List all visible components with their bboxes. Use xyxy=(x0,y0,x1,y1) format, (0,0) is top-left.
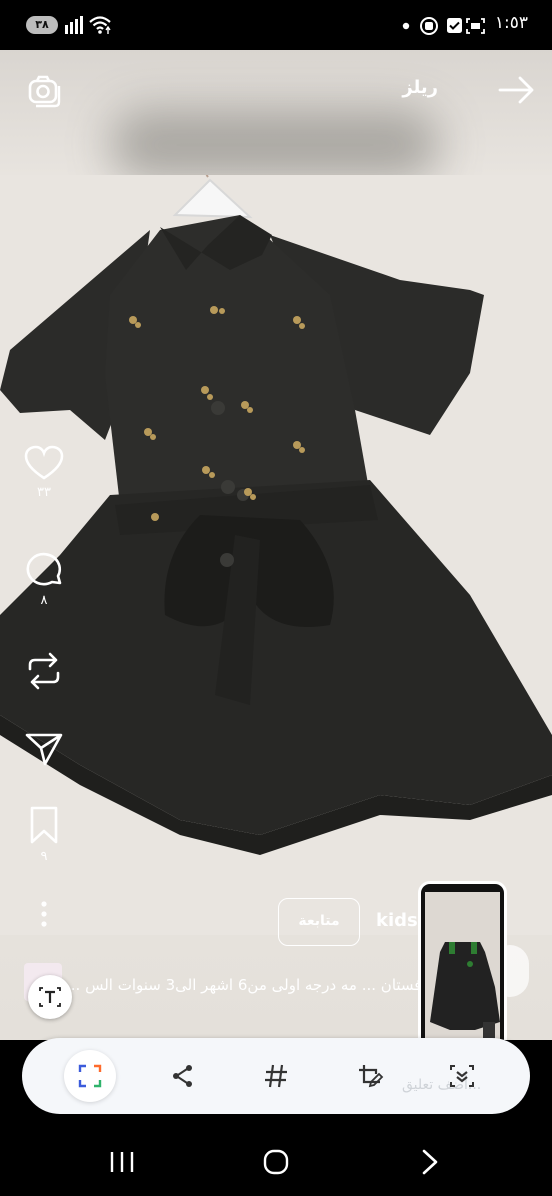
battery-indicator: ٣٨ xyxy=(26,16,58,34)
text-scan-button[interactable] xyxy=(28,975,72,1019)
repost-button[interactable] xyxy=(20,651,68,691)
system-navigation-bar xyxy=(0,1120,552,1196)
follow-button[interactable]: متابعة xyxy=(278,898,360,946)
more-options-button[interactable] xyxy=(20,900,68,928)
screenshot-preview-thumbnail[interactable] xyxy=(418,881,507,1040)
heart-icon xyxy=(24,445,64,480)
repost-icon xyxy=(28,652,60,690)
crop-edit-icon xyxy=(359,1065,384,1088)
blurred-background-top xyxy=(0,50,552,180)
text-scan-icon xyxy=(39,987,61,1007)
username[interactable]: kids xyxy=(376,910,418,931)
arrow-right-icon[interactable] xyxy=(498,74,536,106)
camera-icon[interactable] xyxy=(26,72,62,108)
scan-frame-icon xyxy=(78,1064,102,1088)
comment-button[interactable]: ٨ xyxy=(20,551,68,608)
like-button[interactable]: ٣٣ xyxy=(20,445,68,500)
reel-photo-dress xyxy=(0,175,552,935)
status-time: ١:٥٣ xyxy=(494,13,528,33)
wifi-icon xyxy=(89,16,111,34)
share-button[interactable] xyxy=(20,730,68,768)
page-title: ريلز xyxy=(402,77,438,98)
share-button-toolbar[interactable] xyxy=(157,1050,209,1102)
share-icon xyxy=(173,1065,192,1087)
home-icon[interactable] xyxy=(258,1148,294,1176)
comment-icon xyxy=(26,552,62,586)
save-count: ٩ xyxy=(40,849,48,864)
expand-scan-icon xyxy=(450,1065,474,1087)
hashtag-icon xyxy=(265,1064,287,1088)
scan-button[interactable] xyxy=(64,1050,116,1102)
like-count: ٣٣ xyxy=(37,485,51,500)
status-notification-icons xyxy=(402,17,485,35)
expand-scan-button[interactable] xyxy=(436,1050,488,1102)
preview-dress-image xyxy=(425,892,500,1040)
signal-icon xyxy=(65,16,83,34)
more-vertical-icon xyxy=(41,901,47,927)
send-icon xyxy=(25,733,63,766)
hashtag-button[interactable] xyxy=(250,1050,302,1102)
bookmark-icon xyxy=(30,806,58,844)
reel-viewer[interactable]: ريلز ٣٣ ٨ ٩ متابعة kids فستان ... مه درج… xyxy=(0,50,552,1040)
comment-count: ٨ xyxy=(40,593,48,608)
screenshot-toolbar: أضف تعليق... xyxy=(22,1038,530,1114)
save-button[interactable]: ٩ xyxy=(20,805,68,864)
edit-crop-button[interactable] xyxy=(344,1050,396,1102)
status-bar: ٣٨ ١:٥٣ xyxy=(0,0,552,50)
back-icon[interactable] xyxy=(412,1148,448,1176)
recent-apps-icon[interactable] xyxy=(104,1148,140,1176)
